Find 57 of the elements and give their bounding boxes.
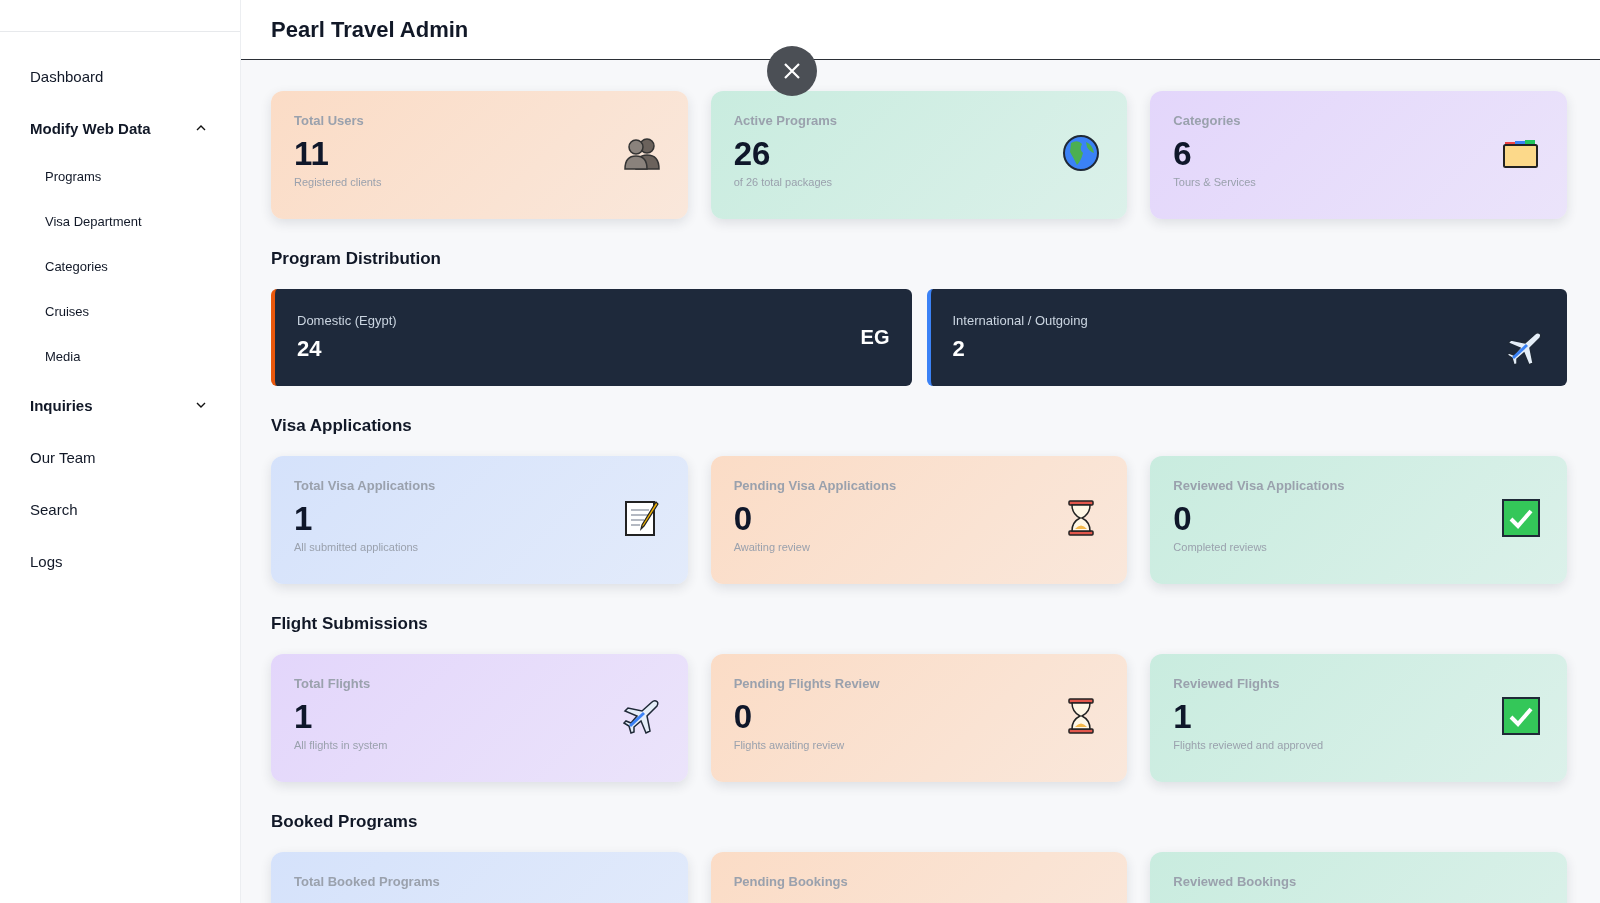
card-value: 2 [952, 336, 966, 362]
card-label: Total Users [294, 113, 365, 128]
sidebar-subitem[interactable]: Media [45, 334, 206, 379]
card-label: Reviewed Visa Applications [1173, 478, 1345, 493]
card-value: 24 [297, 336, 323, 362]
card-label: Total Visa Applications [294, 478, 436, 493]
card-label: International / Outgoing [952, 313, 1088, 328]
card-caption: Flights reviewed and approved [1173, 739, 1324, 751]
check-box-icon [1501, 696, 1541, 736]
globe-icon [1061, 133, 1102, 173]
card-value: 1 [294, 499, 314, 539]
card-label: Reviewed Flights [1173, 676, 1281, 691]
card-value: 26 [733, 134, 772, 174]
check-box-icon [1501, 498, 1541, 538]
card-caption: All submitted applications [294, 541, 420, 553]
section-title: Flight Submissions [271, 614, 429, 634]
sidebar-subitem[interactable]: Visa Department [45, 199, 206, 244]
sidebar-item[interactable]: Logs [30, 535, 206, 587]
card-value: 11 [294, 134, 330, 174]
card-caption: Tours & Services [1173, 176, 1256, 188]
card-label: Pending Bookings [733, 874, 848, 889]
card-caption: Completed reviews [1173, 541, 1268, 553]
card-value: 1 [294, 697, 314, 737]
card-value: 1 [1173, 697, 1193, 737]
card-caption: Flights awaiting review [733, 739, 846, 751]
card-value: 6 [1173, 134, 1193, 174]
card-caption: Registered clients [294, 176, 382, 188]
section-title: Visa Applications [271, 416, 413, 436]
sidebar-item[interactable]: Search [30, 483, 206, 535]
card-label: Total Flights [294, 676, 372, 691]
card-label: Pending Visa Applications [733, 478, 897, 493]
chevron-down-icon [196, 402, 206, 408]
card-caption: Awaiting review [733, 541, 811, 553]
card-label: Pending Flights Review [733, 676, 880, 691]
sidebar-subitem[interactable]: Categories [45, 244, 206, 289]
section-title: Program Distribution [271, 249, 442, 269]
sidebar-subitem[interactable]: Cruises [45, 289, 206, 334]
chevron-up-icon [196, 125, 206, 131]
page-title: Pearl Travel Admin [271, 16, 469, 43]
sidebar-group[interactable]: Modify Web Data [30, 102, 206, 154]
sidebar-subitem[interactable]: Programs [45, 154, 206, 199]
card-label: Active Programs [733, 113, 837, 128]
close-icon [783, 62, 801, 80]
card-label: Total Booked Programs [294, 874, 440, 889]
card-label: Reviewed Bookings [1173, 874, 1297, 889]
section-title: Booked Programs [271, 812, 419, 832]
card-label: Categories [1173, 113, 1242, 128]
sidebar-group[interactable]: Inquiries [30, 379, 206, 431]
card-value: 0 [733, 697, 753, 737]
card-label: Domestic (Egypt) [297, 313, 397, 328]
sidebar-item[interactable]: Dashboard [30, 50, 206, 102]
sidebar-item[interactable]: Our Team [30, 431, 206, 483]
card-caption: All flights in system [294, 739, 388, 751]
card-caption: of 26 total packages [733, 176, 834, 188]
card-value: 0 [1173, 499, 1193, 539]
card-value: 0 [733, 499, 753, 539]
country-code: EG [860, 326, 890, 349]
